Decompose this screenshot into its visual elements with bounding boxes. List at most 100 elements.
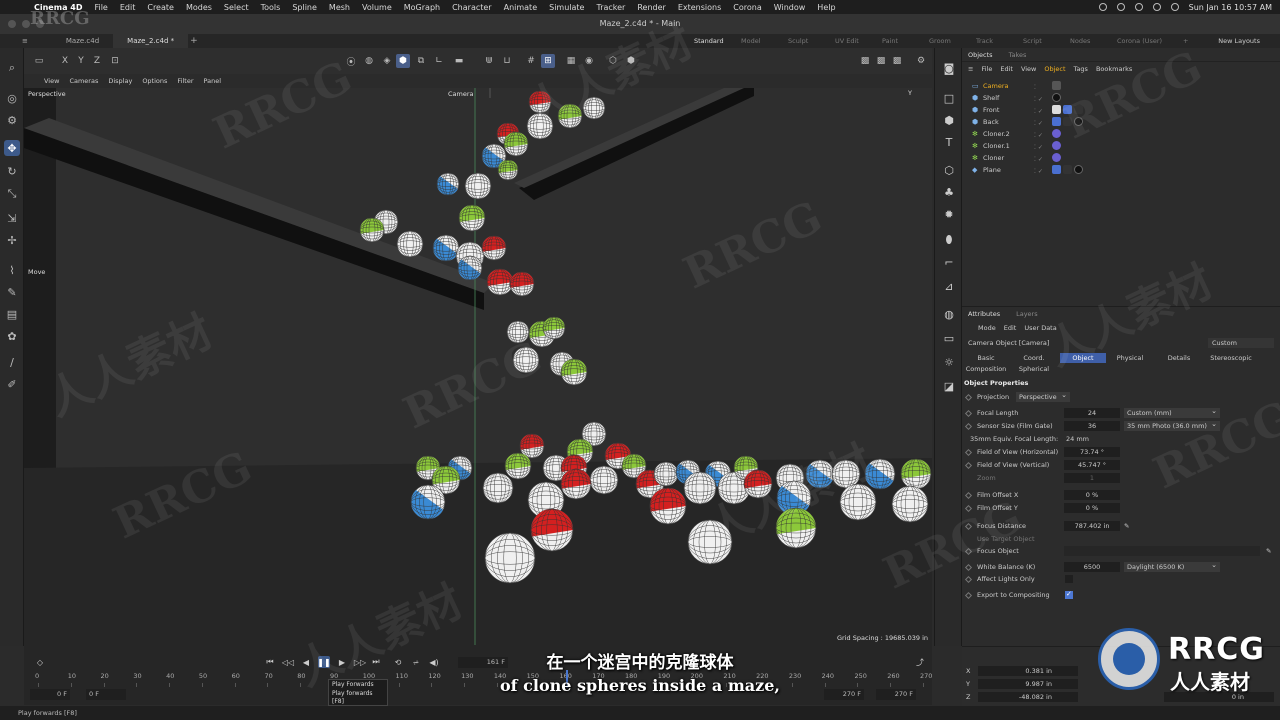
environment-icon[interactable]: ◍: [941, 306, 957, 322]
texture-tag-icon[interactable]: [1052, 117, 1061, 126]
dynamics-tag-icon[interactable]: [1052, 129, 1061, 138]
object-manager-icon[interactable]: ◙: [941, 60, 957, 76]
render-view-icon[interactable]: ⬡: [606, 54, 620, 68]
menu-select[interactable]: Select: [224, 3, 249, 12]
attr-tab-details[interactable]: Details: [1160, 353, 1198, 363]
menu-spline[interactable]: Spline: [292, 3, 317, 12]
viewport-menu-cameras[interactable]: Cameras: [69, 77, 98, 85]
attr-tab-coord[interactable]: Coord.: [1014, 353, 1054, 363]
field-icon[interactable]: ⬮: [941, 232, 957, 248]
viewport-menu-view[interactable]: View: [44, 77, 59, 85]
om-menu-bookmarks[interactable]: Bookmarks: [1096, 65, 1132, 73]
light-icon[interactable]: ☼: [941, 354, 957, 370]
keyframe-dot-icon[interactable]: [964, 504, 973, 513]
dynamics-tag-icon[interactable]: [1052, 153, 1061, 162]
texture-tag-icon[interactable]: [1052, 165, 1061, 174]
layout-tab-model[interactable]: Model: [741, 37, 788, 45]
snap-tool-icon[interactable]: ⚙: [4, 112, 20, 128]
add-layout-plus-icon[interactable]: +: [1183, 37, 1197, 45]
target-tag-icon[interactable]: [1052, 81, 1061, 90]
viewport-menu-filter[interactable]: Filter: [177, 77, 193, 85]
subdivision-icon[interactable]: ⬡: [941, 162, 957, 178]
menu-tools[interactable]: Tools: [261, 3, 281, 12]
search-icon[interactable]: [1170, 3, 1179, 11]
minimize-window-button[interactable]: [22, 20, 30, 28]
fov-vertical-input[interactable]: 45.747 °: [1064, 460, 1120, 470]
object-row-shelf[interactable]: ⬢ Shelf ⁚ ✓: [968, 92, 1274, 104]
new-tab-plus-icon[interactable]: +: [190, 36, 198, 46]
zoom-window-button[interactable]: [36, 20, 44, 28]
polygons-mode-icon[interactable]: ◈: [380, 54, 394, 68]
projection-select[interactable]: Perspective: [1016, 390, 1070, 402]
menu-tracker[interactable]: Tracker: [596, 3, 625, 12]
scale-tool-icon[interactable]: ⤡: [4, 186, 20, 202]
menu-icon[interactable]: ≡: [968, 65, 973, 73]
tab-objects[interactable]: Objects: [968, 51, 993, 59]
om-menu-edit[interactable]: Edit: [1000, 65, 1013, 73]
close-window-button[interactable]: [8, 20, 16, 28]
viewport-menu-panel[interactable]: Panel: [204, 77, 222, 85]
keyframe-dot-icon[interactable]: [964, 522, 973, 531]
knife-tool-icon[interactable]: ∕: [4, 354, 20, 370]
text-tool-icon[interactable]: T: [941, 134, 957, 150]
status-icon[interactable]: [1116, 3, 1125, 11]
fov-horizontal-input[interactable]: 73.74 °: [1064, 447, 1120, 457]
keyframe-dot-icon[interactable]: [964, 575, 973, 584]
texture-tag-icon[interactable]: [1063, 105, 1072, 114]
focal-length-preset-select[interactable]: Custom (mm): [1124, 406, 1220, 418]
viewport-menu-options[interactable]: Options: [142, 77, 167, 85]
attr-tab-basic[interactable]: Basic: [968, 353, 1004, 363]
layout-tab-script[interactable]: Script: [1023, 37, 1070, 45]
om-menu-tags[interactable]: Tags: [1074, 65, 1088, 73]
brush-tool-icon[interactable]: ✎: [4, 284, 20, 300]
move-tool-icon[interactable]: ✥: [4, 140, 20, 156]
axis-y-button[interactable]: Y: [74, 54, 88, 68]
menu-app-name[interactable]: Cinema 4D: [34, 3, 82, 12]
magnet-icon[interactable]: ⋓: [482, 54, 496, 68]
menu-mograph[interactable]: MoGraph: [404, 3, 440, 12]
keyframe-dot-icon[interactable]: [964, 461, 973, 470]
focus-distance-input[interactable]: 787.402 in: [1064, 521, 1120, 531]
menu-corona[interactable]: Corona: [733, 3, 761, 12]
tab-layers[interactable]: Layers: [1016, 310, 1038, 318]
model-mode-icon[interactable]: ⬢: [396, 54, 410, 68]
keyframe-dot-icon[interactable]: [964, 448, 973, 457]
layout-tab-uv-edit[interactable]: UV Edit: [835, 37, 882, 45]
dynamics-tag-icon[interactable]: [1052, 141, 1061, 150]
menu-create[interactable]: Create: [147, 3, 174, 12]
eyedropper-icon[interactable]: ✎: [1266, 545, 1271, 557]
search-icon[interactable]: ⌕: [4, 60, 20, 76]
keyframe-dot-icon[interactable]: [964, 393, 973, 402]
menu-animate[interactable]: Animate: [504, 3, 538, 12]
new-layouts-dropdown[interactable]: New Layouts: [1218, 34, 1260, 48]
viewport-menu-display[interactable]: Display: [108, 77, 132, 85]
eyedropper-icon[interactable]: ✎: [1124, 520, 1129, 532]
snap-icon[interactable]: #: [524, 54, 538, 68]
attr-tab-spherical[interactable]: Spherical: [1014, 364, 1054, 374]
camera-icon[interactable]: ▭: [941, 330, 957, 346]
attr-menu-user-data[interactable]: User Data: [1024, 324, 1056, 332]
tweak-mode-icon[interactable]: ▬: [452, 54, 466, 68]
visibility-dots[interactable]: ⁚ ✓: [1034, 166, 1043, 178]
selection-tool-icon[interactable]: ◎: [4, 90, 20, 106]
menu-edit[interactable]: Edit: [120, 3, 136, 12]
clapper-icon[interactable]: ▩: [858, 54, 872, 68]
white-balance-preset-select[interactable]: Daylight (6500 K): [1124, 560, 1220, 572]
keyframe-dot-icon[interactable]: [964, 547, 973, 556]
tab-takes[interactable]: Takes: [1009, 51, 1027, 59]
menu-volume[interactable]: Volume: [362, 3, 392, 12]
grid-snap-icon[interactable]: ⊞: [541, 54, 555, 68]
spline-icon[interactable]: ⌐: [941, 254, 957, 270]
tag-icon[interactable]: ◪: [941, 378, 957, 394]
attr-tab-stereoscopic[interactable]: Stereoscopic: [1202, 353, 1260, 363]
om-menu-file[interactable]: File: [981, 65, 992, 73]
om-menu-object[interactable]: Object: [1044, 65, 1065, 73]
soft-selection-icon[interactable]: ◉: [582, 54, 596, 68]
keyframe-dot-icon[interactable]: [964, 591, 973, 600]
object-row-front[interactable]: ⬢ Front ⁚ ✓: [968, 104, 1274, 116]
render-icon[interactable]: ▭: [32, 54, 46, 68]
menubar-clock[interactable]: Sun Jan 16 10:57 AM: [1189, 3, 1272, 12]
cloner-icon[interactable]: ♣: [941, 184, 957, 200]
uv-tag-icon[interactable]: [1063, 165, 1072, 174]
attr-menu-mode[interactable]: Mode: [978, 324, 996, 332]
